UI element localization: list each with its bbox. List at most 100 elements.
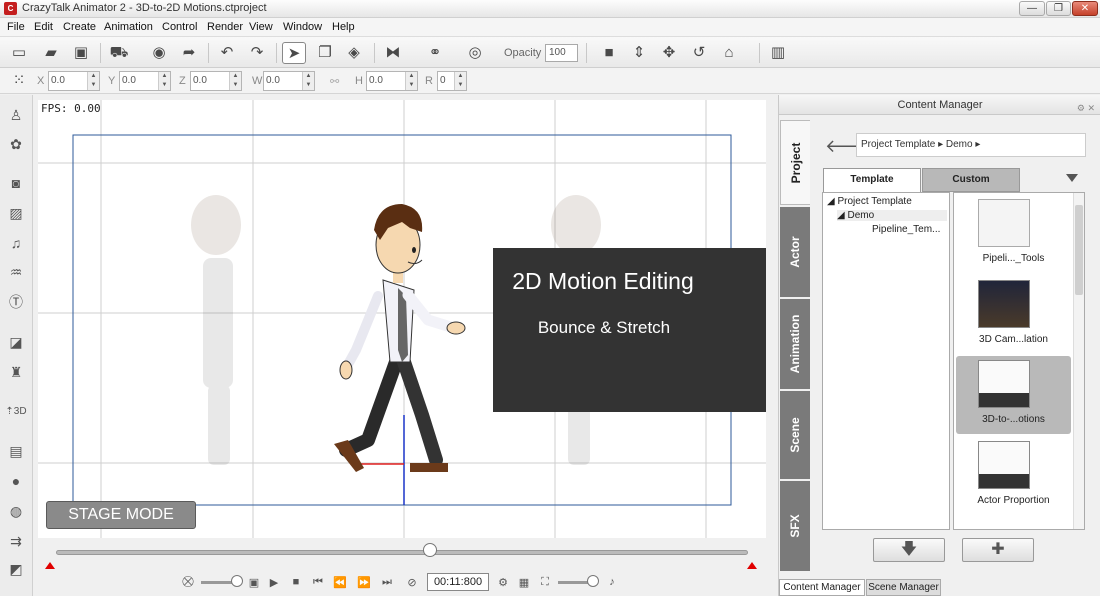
script-icon[interactable]: ▤ [4,440,28,462]
menu-render[interactable]: Render [207,21,243,33]
menu-window[interactable]: Window [283,21,322,33]
loop-off-icon[interactable]: ⊘ [404,576,420,589]
face-icon[interactable]: ◙ [4,172,28,194]
undo-icon[interactable]: ↶ [215,42,239,64]
gallery-item[interactable]: 3D Cam...lation [956,276,1071,354]
panel-options-icon[interactable]: ⚙ ✕ [1077,98,1095,118]
spin-arrows-icon[interactable]: ▲ ▼ [87,72,99,90]
timeline-icon[interactable]: ▦ [516,576,532,589]
visibility-eye-icon[interactable]: ◎ [463,42,487,64]
actor-pose-icon[interactable]: ♙ [4,104,28,126]
next-frame-icon[interactable]: ⏩ [356,576,372,589]
stop-icon[interactable]: ■ [288,576,304,588]
spin-arrows-icon[interactable]: ▲ ▼ [158,72,170,90]
menu-create[interactable]: Create [63,21,96,33]
h-field[interactable]: 0.0 ▲ ▼ [366,71,418,91]
group-icon[interactable]: ◈ [342,42,366,64]
settings-gear-icon[interactable]: ⚙ [495,576,511,589]
duplicate-icon[interactable]: ❐ [313,42,337,64]
gallery-item[interactable]: Actor Proportion [956,437,1071,515]
gallery-item[interactable]: Pipeli..._Tools [956,195,1071,273]
gallery-item-selected[interactable]: 3D-to-...otions [956,356,1071,434]
redo-icon[interactable]: ↷ [245,42,269,64]
tree-item-pipeline[interactable]: Pipeline_Tem... [872,224,940,235]
render-icon[interactable]: ◍ [4,500,28,522]
flip-icon[interactable]: ⧓ [381,42,405,64]
add-plus-icon[interactable]: ✚ [962,538,1034,562]
stage-mode-button[interactable]: STAGE MODE [46,501,196,529]
breadcrumb[interactable]: Project Template ▸ Demo ▸ [856,133,1086,157]
home-icon[interactable]: ⌂ [717,42,741,64]
y-field[interactable]: 0.0 ▲ ▼ [119,71,171,91]
music-icon[interactable]: ♫ [4,232,28,254]
gallery-scrollbar[interactable] [1073,193,1084,529]
link-icon[interactable]: ⚭ [423,42,447,64]
maximize-button[interactable]: ❐ [1046,1,1071,16]
tab-actor[interactable]: Actor [780,207,810,297]
bone-icon[interactable]: ♜ [4,361,28,383]
first-frame-icon[interactable]: ⏮ [310,576,326,589]
fullscreen-icon[interactable]: ⛶ [537,576,553,589]
minimize-button[interactable]: — [1019,1,1045,16]
shop-cart-icon[interactable]: ⛟ [107,42,131,64]
spin-arrows-icon[interactable]: ▲ ▼ [454,72,466,90]
gallery-scrollbar-thumb[interactable] [1075,205,1083,295]
tree-expand-icon[interactable]: ◢ [827,196,837,207]
move-icon[interactable]: ✥ [657,42,681,64]
spin-arrows-icon[interactable]: ▲ ▼ [302,72,314,90]
tree-item-demo[interactable]: ◢ Demo [837,210,947,221]
subtitle-icon[interactable]: ▣ [246,576,262,589]
output-icon[interactable]: ◩ [4,558,28,580]
opacity-dropdown[interactable]: 100 [545,44,578,62]
x-field[interactable]: 0.0 ▲ ▼ [48,71,100,91]
tab-template[interactable]: Template [823,168,921,192]
previous-frame-icon[interactable]: ⏪ [332,576,348,589]
prop-icon[interactable]: ✿ [4,133,28,155]
align-icon[interactable]: ▥ [766,42,790,64]
save-icon[interactable]: ▣ [69,42,93,64]
preview-icon[interactable]: ◉ [147,42,171,64]
layer-icon[interactable]: ◪ [4,331,28,353]
rotate-icon[interactable]: ↺ [687,42,711,64]
download-arrow-icon[interactable]: 🡇 [873,538,945,562]
open-folder-icon[interactable]: ▰ [39,42,63,64]
tab-project[interactable]: Project [780,120,810,205]
select-arrow-icon[interactable]: ➤ [282,42,306,64]
spin-arrows-icon[interactable]: ▲ ▼ [405,72,417,90]
range-start-marker[interactable] [45,562,55,569]
tree-expand-icon[interactable]: ◢ [837,210,847,221]
camera-icon[interactable]: ■ [597,42,621,64]
tree-item-project-template[interactable]: ◢ Project Template [827,196,912,207]
panel-menu-arrow-icon[interactable] [1066,174,1078,182]
close-button[interactable]: ✕ [1072,1,1098,16]
new-project-icon[interactable]: ▭ [7,42,31,64]
voice-icon[interactable]: ♒ [4,261,28,283]
w-field[interactable]: 0.0 ▲ ▼ [263,71,315,91]
time-display[interactable]: 00:11:800 [427,573,489,591]
menu-control[interactable]: Control [162,21,197,33]
bottom-tab-scene-manager[interactable]: Scene Manager [866,579,941,596]
convert-3d-icon[interactable]: ⇡3D [4,401,28,423]
menu-edit[interactable]: Edit [34,21,53,33]
menu-view[interactable]: View [249,21,273,33]
menu-animation[interactable]: Animation [104,21,153,33]
camera-off-icon[interactable]: ⛒ [180,576,196,589]
bottom-tab-content-manager[interactable]: Content Manager [779,579,865,596]
export-icon[interactable]: ➦ [177,42,201,64]
motion-icon[interactable]: ⇉ [4,530,28,552]
apple-icon[interactable]: ● [4,470,28,492]
menu-help[interactable]: Help [332,21,355,33]
range-end-marker[interactable] [747,562,757,569]
move-vertical-icon[interactable]: ⇕ [627,42,651,64]
volume-slider-knob[interactable] [587,575,599,587]
spin-arrows-icon[interactable]: ▲ ▼ [229,72,241,90]
play-icon[interactable]: ▶ [266,576,282,589]
timeline-track[interactable] [56,550,748,555]
menu-file[interactable]: File [7,21,25,33]
tab-scene[interactable]: Scene [780,391,810,479]
lock-ratio-icon[interactable]: ⚯ [330,75,339,88]
z-field[interactable]: 0.0 ▲ ▼ [190,71,242,91]
grid-icon[interactable]: ⁙ [7,70,31,92]
r-field[interactable]: 0 ▲ ▼ [437,71,467,91]
text-bubble-icon[interactable]: Ⓣ [4,291,28,313]
